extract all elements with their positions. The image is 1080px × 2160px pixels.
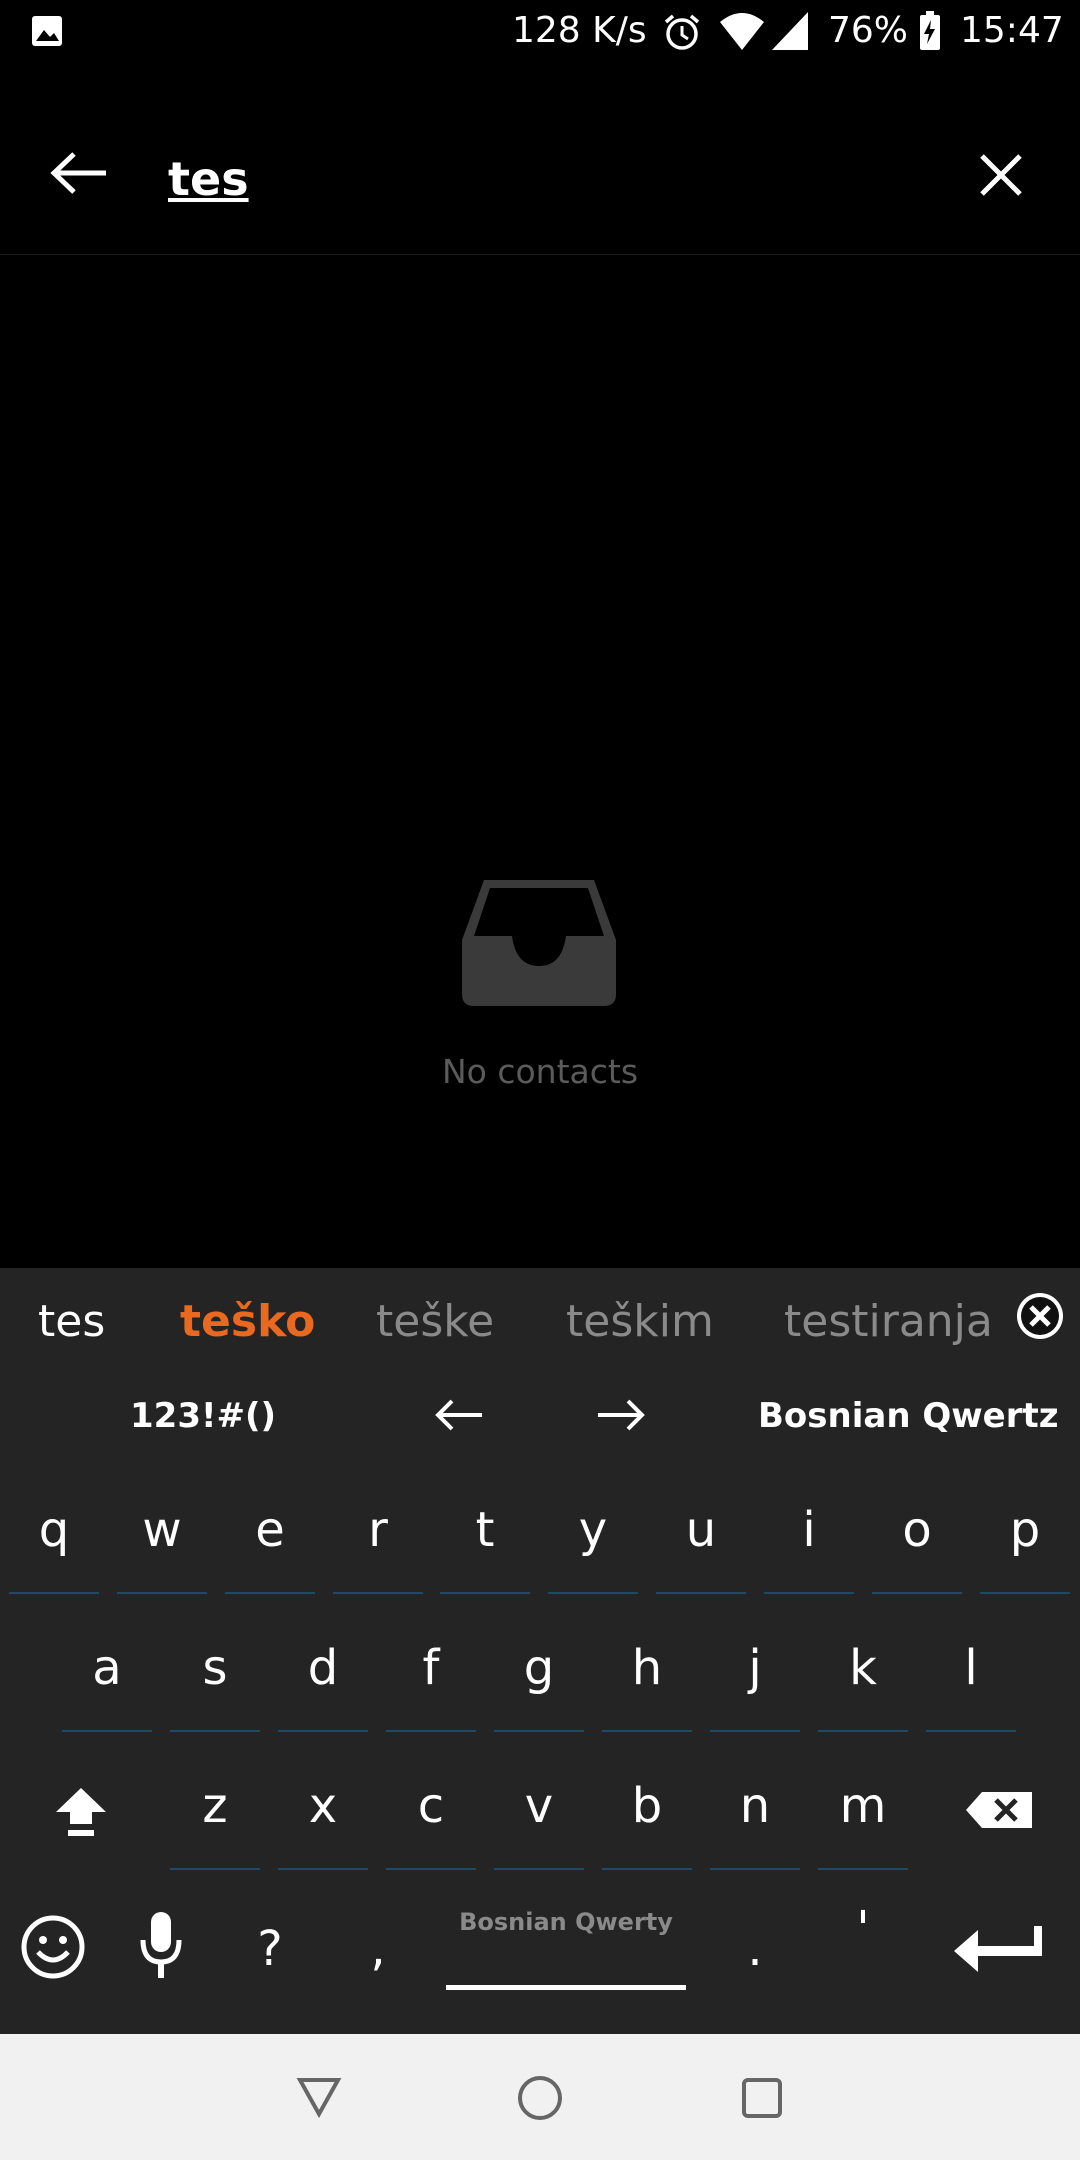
key-m[interactable]: m: [814, 1754, 912, 1876]
key-q[interactable]: q: [5, 1478, 103, 1600]
key-v[interactable]: v: [490, 1754, 588, 1876]
recents-square-icon[interactable]: [740, 2076, 784, 2120]
battery-percent: 76%: [828, 10, 909, 51]
close-suggestions-icon[interactable]: [1014, 1290, 1066, 1342]
keyboard: tes teško teške teškim testiranja 123!#(…: [0, 1268, 1080, 2034]
suggestion-1[interactable]: tes: [38, 1296, 105, 1347]
key-k[interactable]: k: [814, 1616, 912, 1738]
space-bar-label: Bosnian Qwerty: [459, 1908, 673, 1936]
key-i[interactable]: i: [760, 1478, 858, 1600]
backspace-icon[interactable]: [964, 1790, 1034, 1830]
image-icon: [32, 16, 62, 46]
key-r[interactable]: r: [329, 1478, 427, 1600]
key-j[interactable]: j: [706, 1616, 804, 1738]
search-input[interactable]: tes: [168, 152, 249, 206]
key-period[interactable]: .: [706, 1894, 804, 2016]
clock: 15:47: [960, 10, 1064, 51]
back-triangle-icon[interactable]: [296, 2076, 342, 2118]
suggestion-3[interactable]: teške: [376, 1296, 494, 1347]
key-h[interactable]: h: [598, 1616, 696, 1738]
status-bar: 128 K/s 76% 15:47: [0, 0, 1080, 64]
key-y[interactable]: y: [544, 1478, 642, 1600]
suggestion-5[interactable]: testiranja: [784, 1296, 993, 1347]
key-t[interactable]: t: [436, 1478, 534, 1600]
suggestion-2[interactable]: teško: [180, 1296, 315, 1347]
key-p[interactable]: p: [976, 1478, 1074, 1600]
suggestion-4[interactable]: teškim: [566, 1296, 714, 1347]
key-f[interactable]: f: [382, 1616, 480, 1738]
key-z[interactable]: z: [166, 1754, 264, 1876]
battery-charging-icon: [920, 11, 940, 50]
key-b[interactable]: b: [598, 1754, 696, 1876]
symbols-key[interactable]: 123!#(): [130, 1396, 276, 1436]
search-bar: tes: [0, 64, 1080, 255]
navigation-bar: [0, 2034, 1080, 2160]
key-d[interactable]: d: [274, 1616, 372, 1738]
home-circle-icon[interactable]: [516, 2074, 564, 2122]
network-speed: 128 K/s: [512, 10, 647, 51]
key-comma[interactable]: ,: [329, 1894, 427, 2016]
key-question[interactable]: ?: [221, 1894, 319, 2016]
key-g[interactable]: g: [490, 1616, 588, 1738]
enter-icon[interactable]: [952, 1926, 1044, 1976]
space-bar[interactable]: Bosnian Qwerty: [446, 1898, 686, 2000]
shift-icon[interactable]: [54, 1786, 108, 1838]
language-switch[interactable]: Bosnian Qwertz: [758, 1396, 1059, 1436]
microphone-icon[interactable]: [138, 1910, 184, 1982]
emoji-icon[interactable]: [20, 1914, 86, 1980]
key-c[interactable]: c: [382, 1754, 480, 1876]
key-s[interactable]: s: [166, 1616, 264, 1738]
signal-icon: [772, 12, 808, 50]
alarm-icon: [664, 14, 700, 50]
wifi-icon: [720, 13, 764, 50]
key-apostrophe[interactable]: ': [814, 1874, 912, 1996]
key-e[interactable]: e: [221, 1478, 319, 1600]
key-x[interactable]: x: [274, 1754, 372, 1876]
arrow-left-icon[interactable]: [50, 150, 108, 196]
key-u[interactable]: u: [652, 1478, 750, 1600]
key-w[interactable]: w: [113, 1478, 211, 1600]
inbox-icon: [462, 880, 616, 1006]
key-l[interactable]: l: [922, 1616, 1020, 1738]
close-icon[interactable]: [978, 152, 1024, 198]
cursor-left-icon[interactable]: [434, 1398, 484, 1432]
cursor-right-icon[interactable]: [596, 1398, 646, 1432]
empty-state-label: No contacts: [441, 1052, 639, 1091]
key-o[interactable]: o: [868, 1478, 966, 1600]
key-n[interactable]: n: [706, 1754, 804, 1876]
key-a[interactable]: a: [58, 1616, 156, 1738]
